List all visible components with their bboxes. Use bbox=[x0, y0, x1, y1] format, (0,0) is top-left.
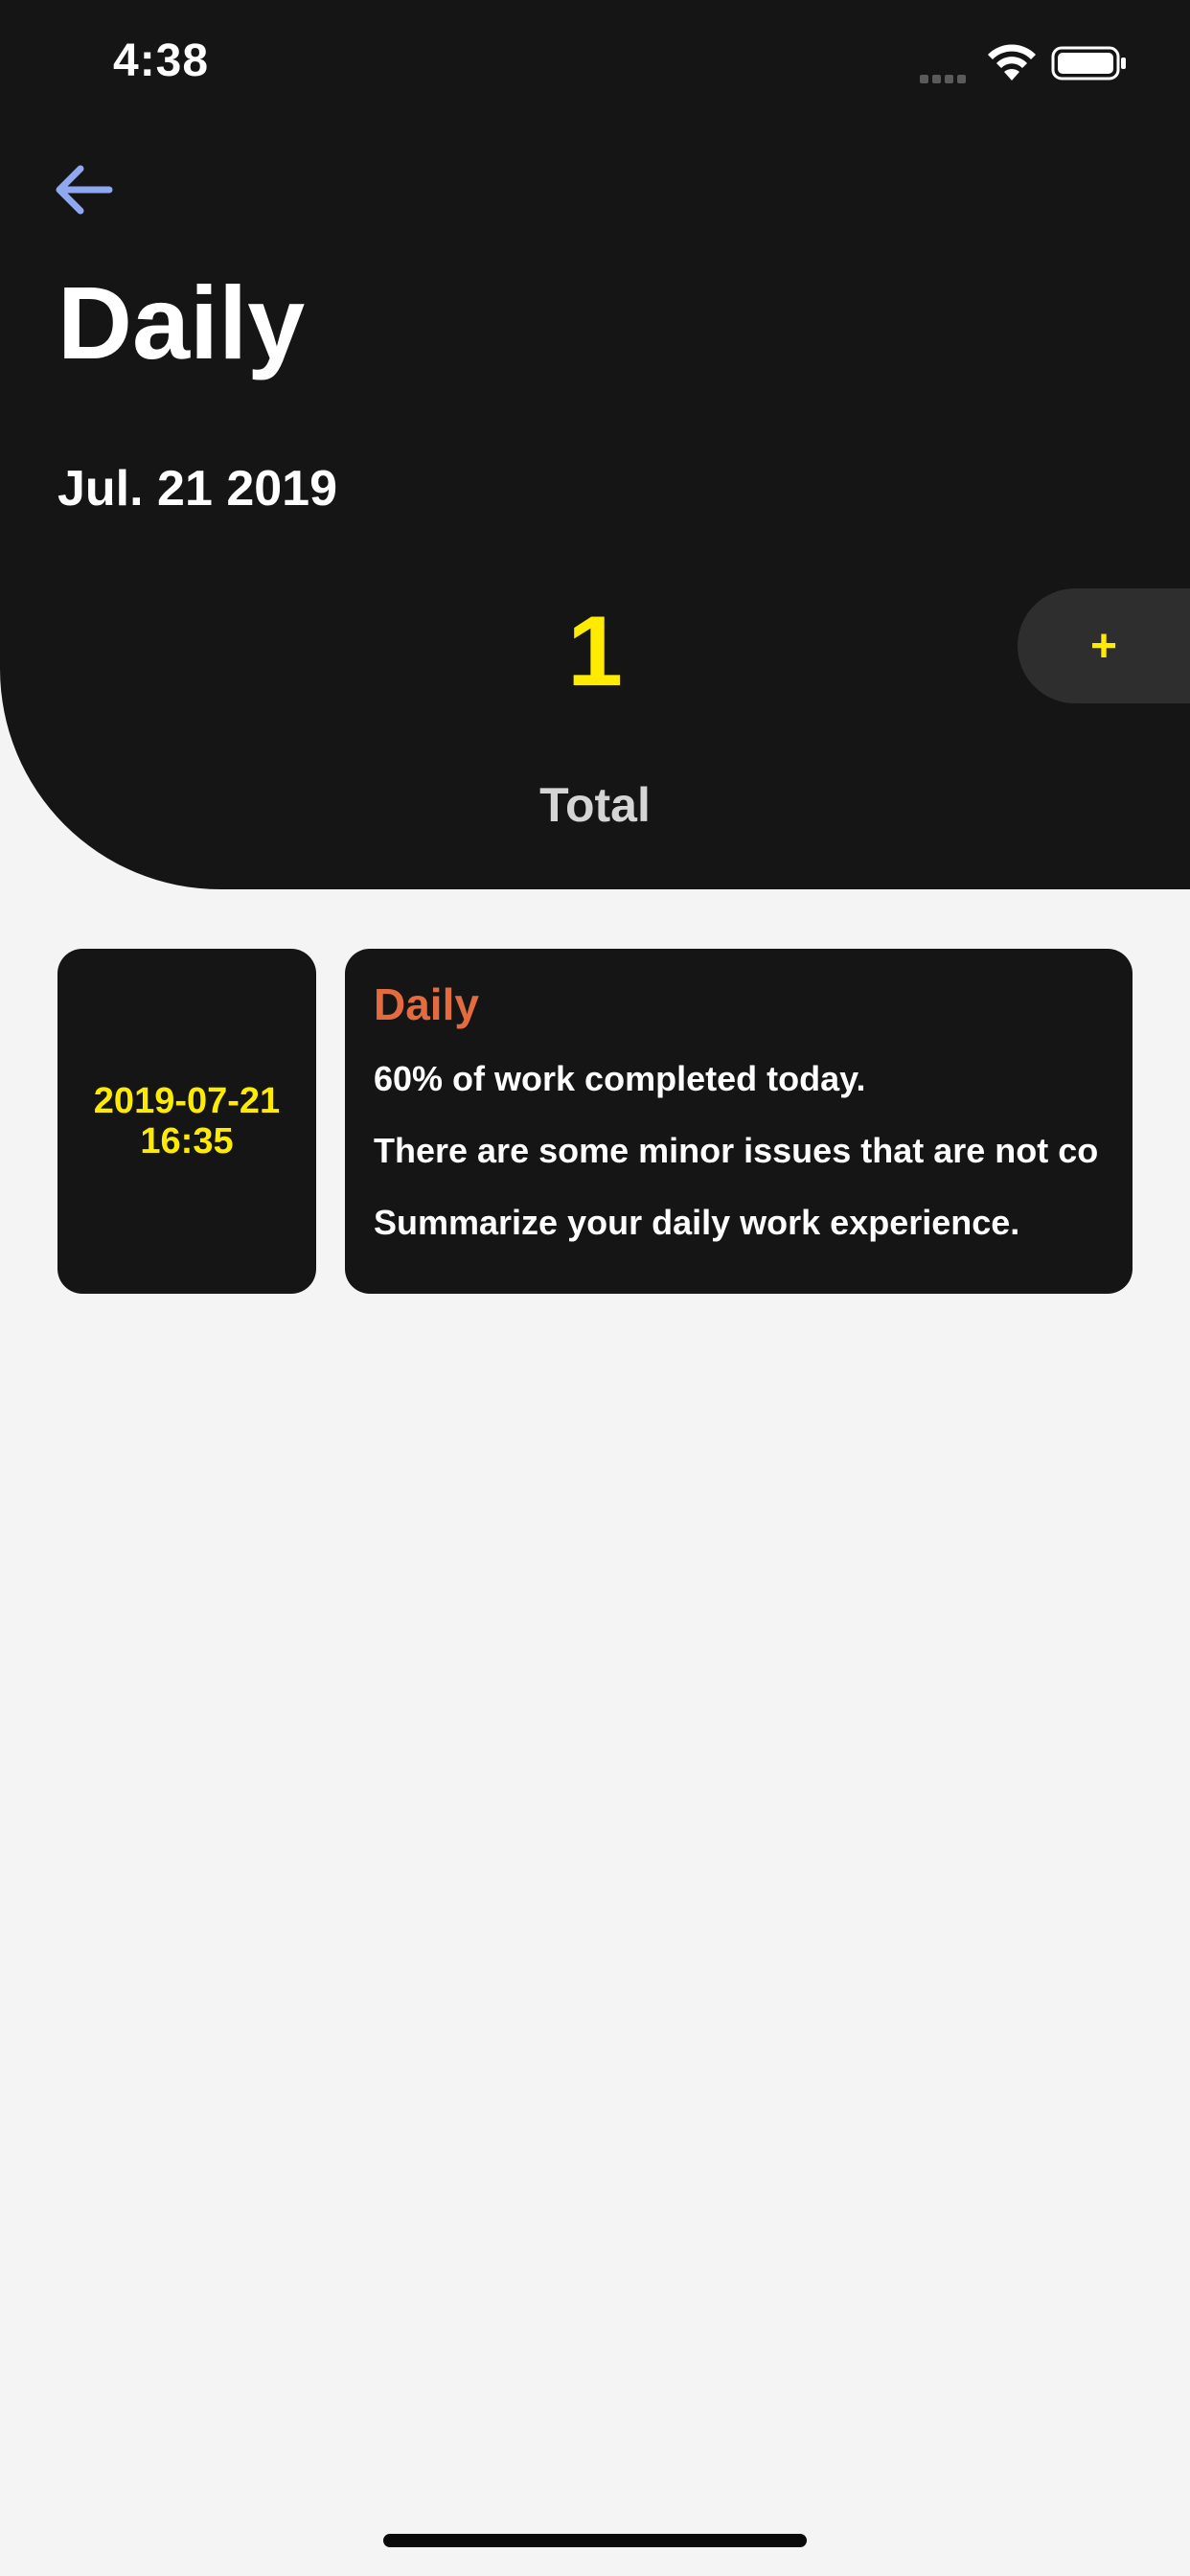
wifi-icon bbox=[988, 44, 1036, 80]
total-count: 1 bbox=[567, 596, 623, 707]
status-bar-time: 4:38 bbox=[113, 35, 210, 86]
page-title: Daily bbox=[57, 264, 306, 380]
home-indicator[interactable] bbox=[383, 2534, 807, 2547]
date-label: Jul. 21 2019 bbox=[57, 461, 337, 517]
arrow-left-icon bbox=[56, 165, 113, 215]
entry-time: 16:35 bbox=[140, 1121, 234, 1162]
battery-icon bbox=[1051, 46, 1126, 80]
entry-title: Daily bbox=[374, 979, 479, 1029]
header: 4:38 Daily Jul. 21 2019 1 Total + bbox=[0, 0, 1190, 889]
entry-date-card: 2019-07-21 16:35 bbox=[57, 949, 316, 1294]
entry-card[interactable]: Daily 60% of work completed today. There… bbox=[345, 949, 1133, 1294]
entry-line: There are some minor issues that are not… bbox=[374, 1131, 1099, 1170]
total-label: Total bbox=[539, 778, 651, 832]
entry-line: 60% of work completed today. bbox=[374, 1059, 866, 1098]
cellular-signal-icon bbox=[920, 71, 973, 83]
entry-date: 2019-07-21 bbox=[93, 1081, 281, 1121]
add-entry-button[interactable]: + bbox=[1018, 588, 1190, 703]
entry-line: Summarize your daily work experience. bbox=[374, 1203, 1020, 1242]
back-button[interactable] bbox=[52, 163, 117, 217]
